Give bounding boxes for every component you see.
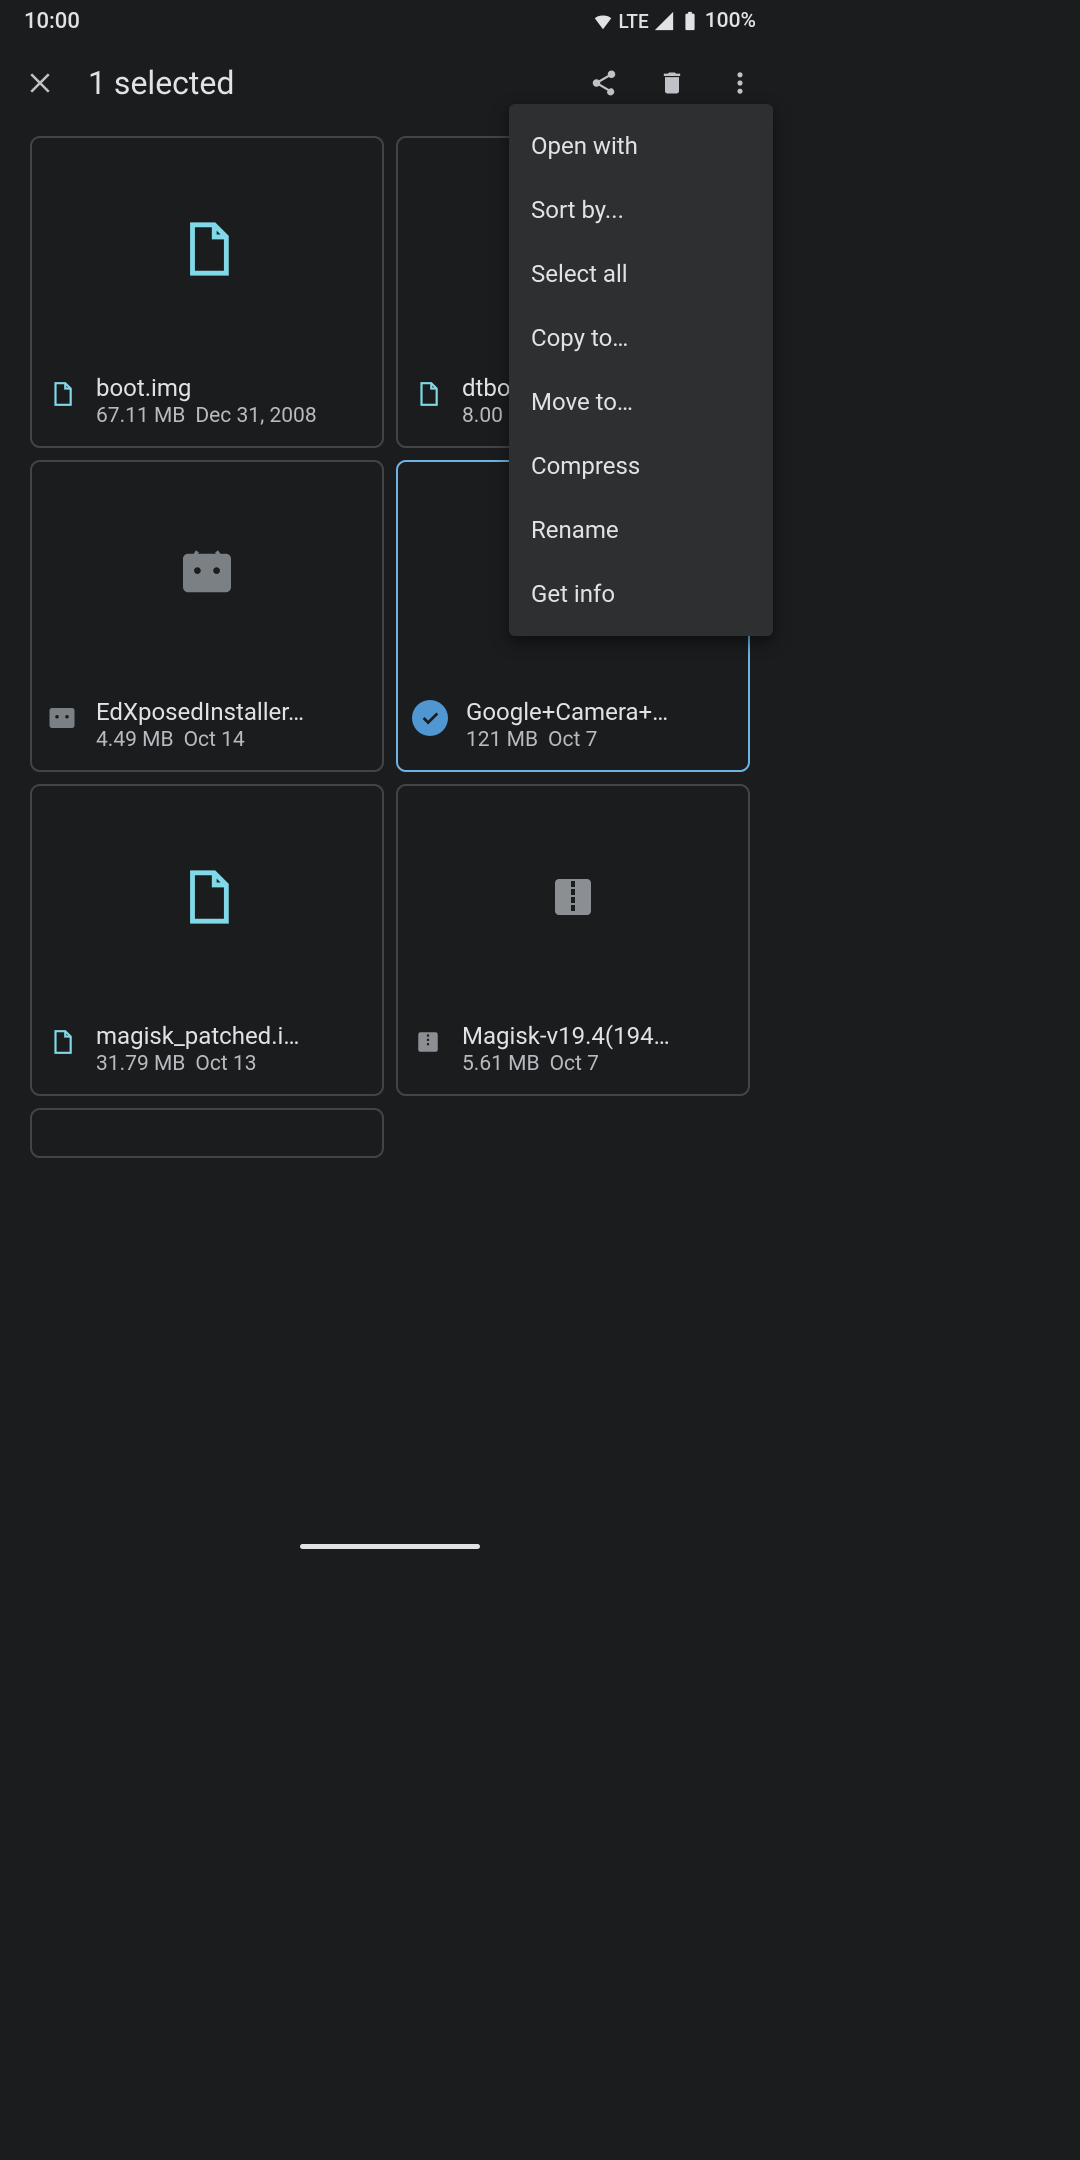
menu-item-open-with[interactable]: Open with: [509, 114, 773, 178]
file-name: Magisk-v19.4(194…: [462, 1022, 734, 1050]
trash-icon: [658, 69, 686, 97]
file-name: EdXposedInstaller…: [96, 698, 368, 726]
file-meta: 31.79 MB Oct 13: [96, 1052, 368, 1076]
file-info: EdXposedInstaller… 4.49 MB Oct 14: [32, 684, 382, 770]
more-button[interactable]: [720, 63, 760, 103]
file-card[interactable]: boot.img 67.11 MB Dec 31, 2008: [30, 136, 384, 448]
battery-icon: [679, 10, 701, 32]
delete-button[interactable]: [652, 63, 692, 103]
file-type-icon: [46, 702, 78, 734]
file-icon: [178, 220, 236, 278]
file-meta: 4.49 MB Oct 14: [96, 728, 368, 752]
file-info: boot.img 67.11 MB Dec 31, 2008: [32, 360, 382, 446]
file-card[interactable]: magisk_patched.i… 31.79 MB Oct 13: [30, 784, 384, 1096]
file-preview: [398, 786, 748, 1008]
file-meta: 121 MB Oct 7: [466, 728, 734, 752]
file-type-icon: [412, 1026, 444, 1058]
network-label: LTE: [618, 10, 648, 33]
file-card[interactable]: EdXposedInstaller… 4.49 MB Oct 14: [30, 460, 384, 772]
menu-item-compress[interactable]: Compress: [509, 434, 773, 498]
cell-signal-icon: [653, 10, 675, 32]
file-preview: [32, 462, 382, 684]
navigation-bar: [0, 1532, 780, 1560]
file-name: magisk_patched.i…: [96, 1022, 368, 1050]
file-info: Google+Camera+… 121 MB Oct 7: [398, 684, 748, 770]
status-right: LTE 100%: [592, 9, 756, 33]
menu-item-sort-by[interactable]: Sort by...: [509, 178, 773, 242]
menu-item-rename[interactable]: Rename: [509, 498, 773, 562]
close-icon: [25, 68, 55, 98]
file-preview: [32, 138, 382, 360]
menu-item-move-to[interactable]: Move to…: [509, 370, 773, 434]
file-card[interactable]: Magisk-v19.4(194… 5.61 MB Oct 7: [396, 784, 750, 1096]
share-button[interactable]: [584, 63, 624, 103]
nav-pill[interactable]: [300, 1544, 480, 1549]
wifi-icon: [592, 10, 614, 32]
menu-item-get-info[interactable]: Get info: [509, 562, 773, 626]
close-button[interactable]: [20, 63, 60, 103]
file-info: magisk_patched.i… 31.79 MB Oct 13: [32, 1008, 382, 1094]
overflow-menu: Open with Sort by... Select all Copy to……: [509, 104, 773, 636]
apk-icon: [178, 549, 236, 597]
menu-item-select-all[interactable]: Select all: [509, 242, 773, 306]
more-vert-icon: [726, 69, 754, 97]
share-icon: [589, 68, 619, 98]
status-time: 10:00: [24, 9, 80, 34]
battery-label: 100%: [705, 9, 756, 33]
status-bar: 10:00 LTE 100%: [0, 0, 780, 42]
selection-check-icon: [412, 700, 448, 736]
file-meta: 67.11 MB Dec 31, 2008: [96, 404, 368, 428]
file-meta: 5.61 MB Oct 7: [462, 1052, 734, 1076]
file-type-icon: [46, 1026, 78, 1058]
menu-item-copy-to[interactable]: Copy to…: [509, 306, 773, 370]
file-card[interactable]: [30, 1108, 384, 1158]
file-icon: [178, 868, 236, 926]
file-preview: [32, 786, 382, 1008]
app-bar-title: 1 selected: [88, 64, 556, 102]
file-type-icon: [46, 378, 78, 410]
file-name: boot.img: [96, 374, 368, 402]
file-type-icon: [412, 378, 444, 410]
file-name: Google+Camera+…: [466, 698, 734, 726]
file-info: Magisk-v19.4(194… 5.61 MB Oct 7: [398, 1008, 748, 1094]
zip-icon: [549, 873, 597, 921]
